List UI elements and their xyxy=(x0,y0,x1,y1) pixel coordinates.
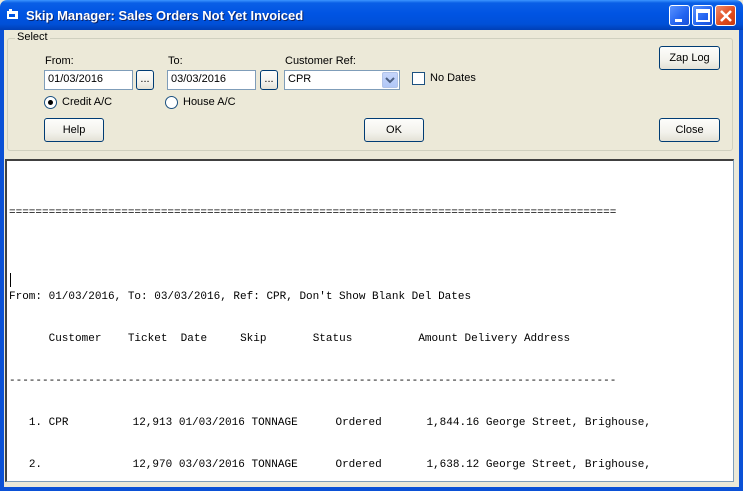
title-bar[interactable]: Skip Manager: Sales Orders Not Yet Invoi… xyxy=(0,0,743,30)
select-group-label: Select xyxy=(15,31,50,43)
house-ac-label: House A/C xyxy=(183,96,236,108)
report-criteria: From: 01/03/2016, To: 03/03/2016, Ref: C… xyxy=(9,291,472,303)
no-dates-checkbox[interactable] xyxy=(412,72,425,85)
maximize-button[interactable] xyxy=(692,5,713,26)
report-rule-single: ----------------------------------------… xyxy=(9,375,617,387)
chevron-down-icon xyxy=(385,77,395,84)
report-column-headers: Customer Ticket Date Skip Status Amount … xyxy=(48,333,571,345)
customer-ref-value: CPR xyxy=(288,73,312,85)
window-title: Skip Manager: Sales Orders Not Yet Invoi… xyxy=(26,8,304,23)
dropdown-arrow-button[interactable] xyxy=(382,72,398,88)
maximize-icon xyxy=(696,9,710,22)
from-date-picker-button[interactable]: ... xyxy=(136,70,154,90)
ok-button[interactable]: OK xyxy=(364,118,424,142)
no-dates-label: No Dates xyxy=(430,72,476,84)
close-button[interactable]: Close xyxy=(659,118,720,142)
minimize-button[interactable] xyxy=(669,5,690,26)
minimize-icon xyxy=(675,19,682,22)
close-window-button[interactable] xyxy=(715,5,736,26)
credit-ac-radio[interactable] xyxy=(44,96,57,109)
to-date-input[interactable]: 03/03/2016 xyxy=(167,70,256,90)
from-label: From: xyxy=(45,55,74,67)
zap-log-button[interactable]: Zap Log xyxy=(659,46,720,70)
customer-ref-label: Customer Ref: xyxy=(285,55,356,67)
text-caret xyxy=(10,273,11,287)
house-ac-radio[interactable] xyxy=(165,96,178,109)
customer-ref-dropdown[interactable]: CPR xyxy=(284,70,400,90)
help-button[interactable]: Help xyxy=(44,118,104,142)
to-label: To: xyxy=(168,55,183,67)
table-row: 1. CPR 12,913 01/03/2016 TONNAGE Ordered 1,… xyxy=(28,417,651,429)
app-icon xyxy=(7,9,18,19)
from-date-input[interactable]: 01/03/2016 xyxy=(44,70,133,90)
table-row: 2. 12,970 03/03/2016 TONNAGE Ordered 1,638… xyxy=(28,459,651,471)
report-output-area[interactable]: ========================================… xyxy=(5,159,734,482)
to-date-picker-button[interactable]: ... xyxy=(260,70,278,90)
credit-ac-label: Credit A/C xyxy=(62,96,113,108)
close-icon xyxy=(720,10,732,22)
report-rule-double: ========================================… xyxy=(9,207,617,219)
report-blank-line xyxy=(9,248,651,262)
report-text: ========================================… xyxy=(9,178,651,481)
